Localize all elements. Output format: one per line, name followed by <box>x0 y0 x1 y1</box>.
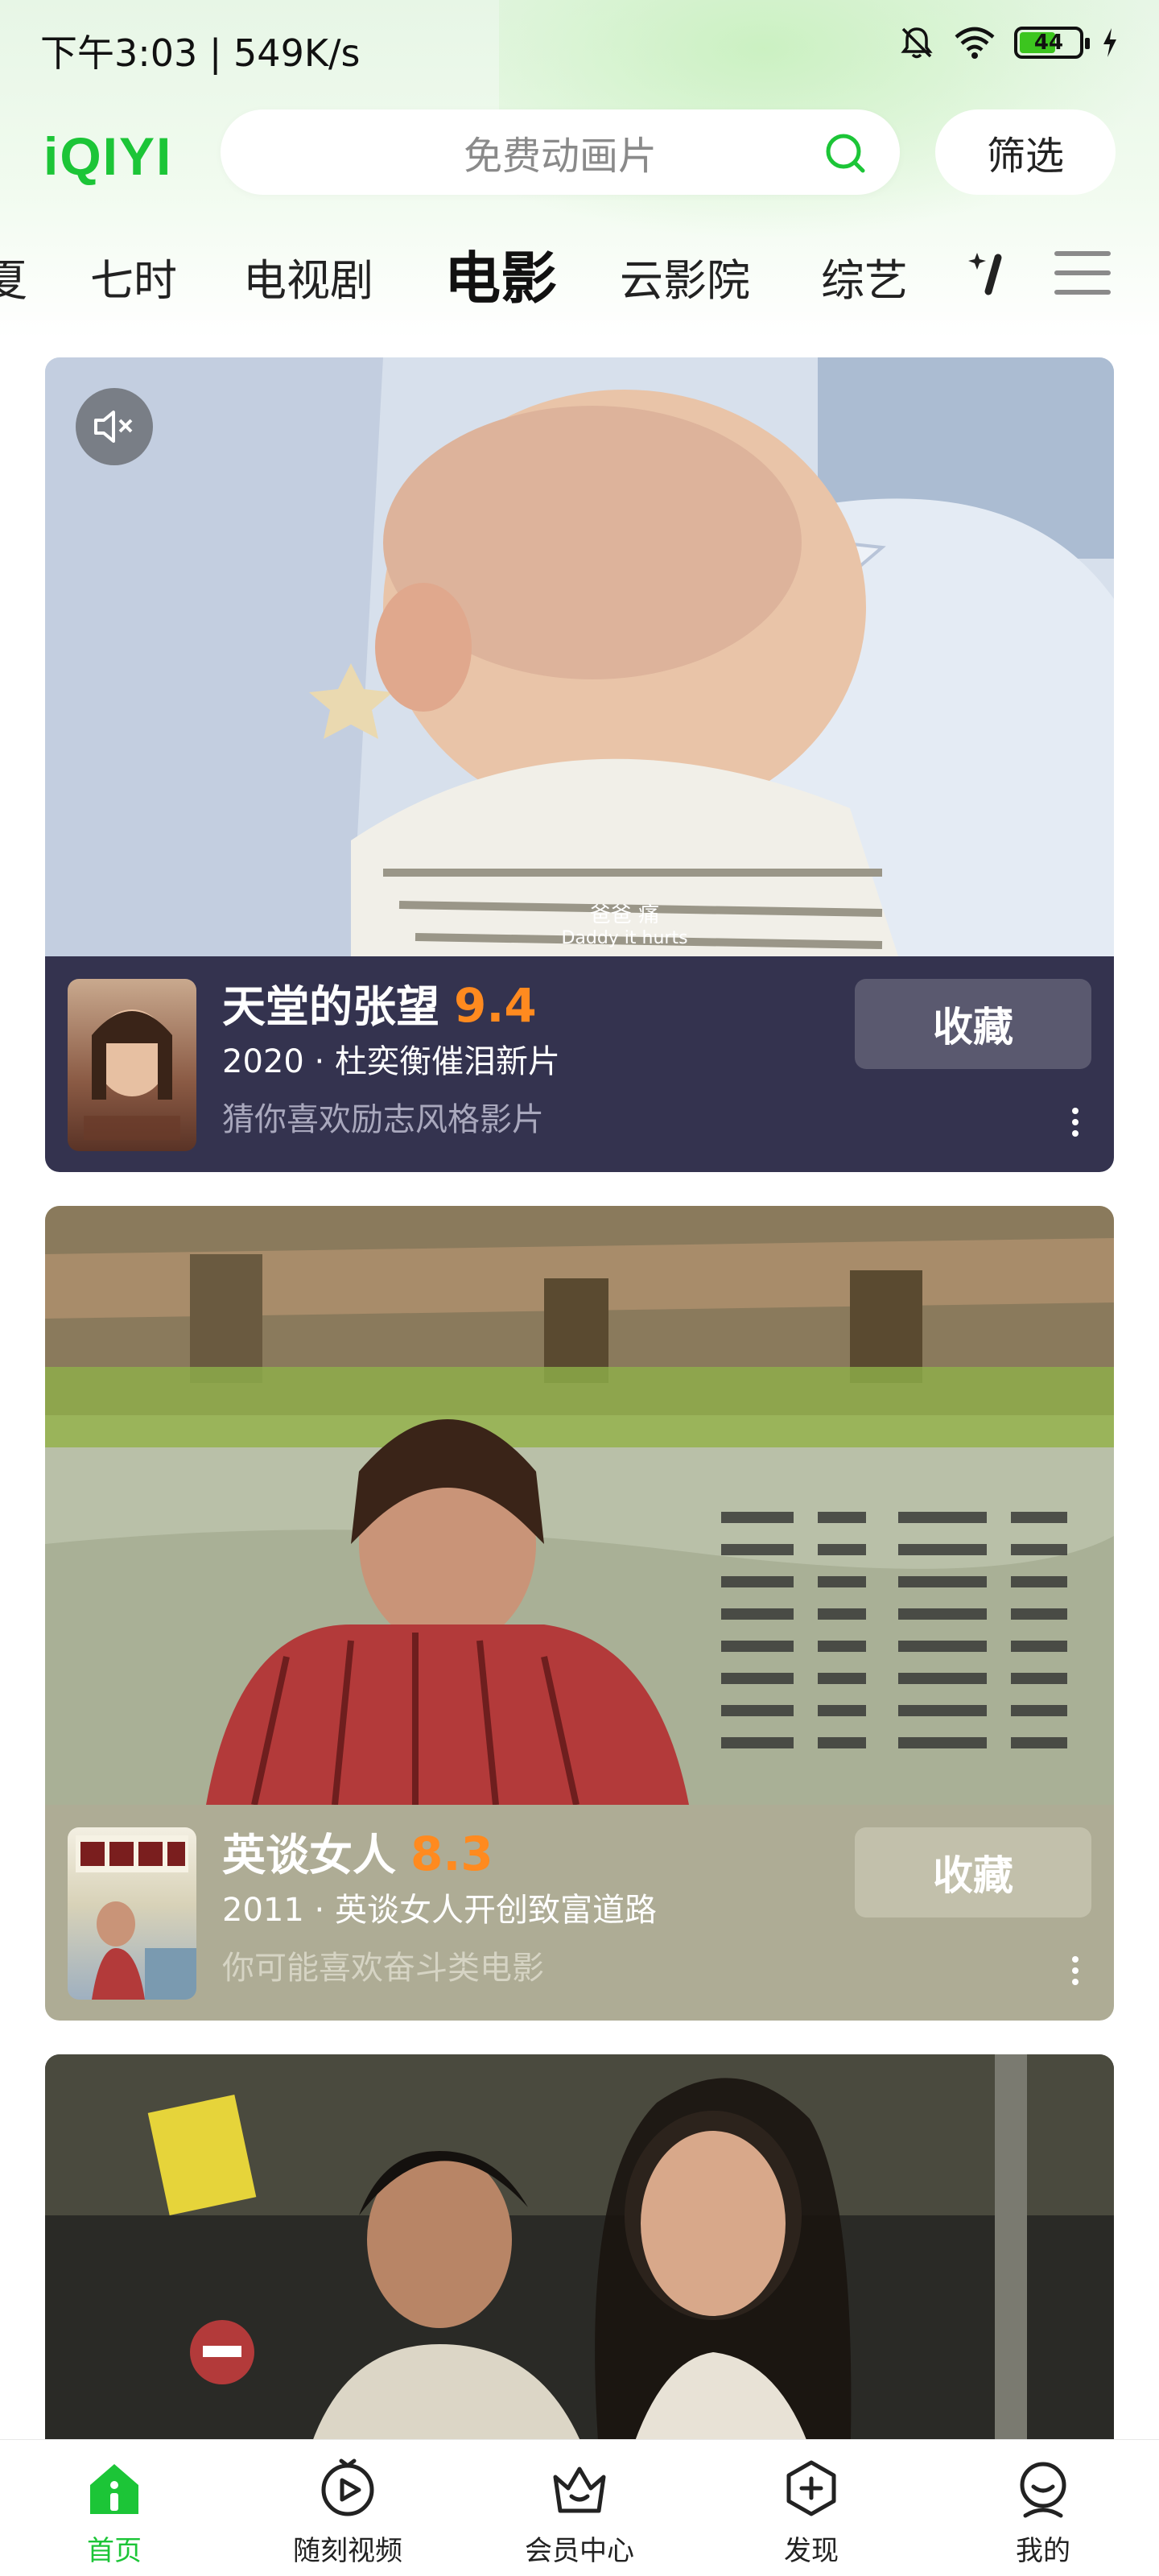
search-icon[interactable] <box>823 130 868 179</box>
hero-subtitle-en: Daddy it hurts <box>561 928 688 948</box>
battery-level: 44 <box>1033 31 1064 55</box>
status-icons: 44 <box>898 24 1119 61</box>
nav-short-videos-label: 随刻视频 <box>293 2535 402 2567</box>
movie-subtitle: 2020 · 杜奕衡催泪新片 <box>222 1043 560 1080</box>
hero-illustration <box>45 2054 1114 2473</box>
battery-icon: 44 <box>1014 27 1090 59</box>
nav-home-label: 首页 <box>87 2535 142 2567</box>
filter-button[interactable]: 筛选 <box>935 109 1116 195</box>
movie-card[interactable]: 英谈女人 8.3 2011 · 英谈女人开创致富道路 你可能喜欢奋斗类电影 收藏 <box>45 1206 1114 2021</box>
movie-info-bar[interactable]: 英谈女人 8.3 2011 · 英谈女人开创致富道路 你可能喜欢奋斗类电影 收藏 <box>45 1805 1114 2021</box>
crown-icon <box>549 2467 610 2522</box>
home-icon <box>84 2464 145 2522</box>
category-tabs: 夏 七时 电视剧 电影 云影院 综艺 <box>0 233 1159 314</box>
plus-circle-icon <box>781 2460 842 2522</box>
movie-card[interactable]: 爸爸 痛 Daddy it hurts 天堂的张望 9.4 2020 · 杜奕衡催… <box>45 357 1114 1172</box>
tabs-menu-icon[interactable] <box>1054 251 1111 309</box>
tab-cloud-cinema[interactable]: 云影院 <box>620 245 750 308</box>
movie-score: 9.4 <box>454 978 537 1033</box>
nav-discover-label: 发现 <box>784 2535 839 2567</box>
movie-title[interactable]: 英谈女人 8.3 <box>222 1819 493 1883</box>
nav-home[interactable]: 首页 <box>34 2458 195 2568</box>
movie-card[interactable] <box>45 2054 1114 2473</box>
nav-vip-center-label: 会员中心 <box>525 2535 634 2567</box>
iqiyi-logo[interactable]: iQIYI <box>43 126 172 187</box>
play-circle-icon <box>317 2458 378 2522</box>
charging-bolt-icon <box>1101 27 1119 59</box>
tab-edit-icon[interactable] <box>966 250 1011 301</box>
movie-poster-thumb[interactable] <box>68 1827 196 2000</box>
movie-poster-thumb[interactable] <box>68 979 196 1151</box>
movie-recommend-reason: 猜你喜欢励志风格影片 <box>222 1101 544 1138</box>
hero-subtitle-cn: 爸爸 痛 <box>589 903 660 927</box>
movie-hero-image[interactable]: 爸爸 痛 Daddy it hurts <box>45 357 1114 956</box>
mute-bell-icon <box>898 24 935 61</box>
movie-hero-image[interactable] <box>45 2054 1114 2473</box>
tab-variety[interactable]: 综艺 <box>821 245 908 308</box>
tab-movies[interactable]: 电影 <box>444 233 557 314</box>
movie-info-bar[interactable]: 天堂的张望 9.4 2020 · 杜奕衡催泪新片 猜你喜欢励志风格影片 收藏 <box>45 956 1114 1172</box>
search-input[interactable]: 免费动画片 <box>221 109 900 195</box>
profile-icon <box>1013 2462 1074 2522</box>
tab-summer[interactable]: 夏 <box>0 245 27 308</box>
movie-score: 8.3 <box>410 1827 493 1881</box>
nav-short-videos[interactable]: 随刻视频 <box>267 2458 428 2568</box>
movie-title-text: 英谈女人 <box>222 1830 396 1880</box>
status-bar: 下午3:03 | 549K/s 44 <box>0 0 1159 97</box>
bottom-navigation: 首页 随刻视频 会员中心 发现 我的 <box>0 2439 1159 2576</box>
nav-vip-center[interactable]: 会员中心 <box>499 2458 660 2568</box>
hero-illustration <box>45 357 1114 956</box>
favorite-button[interactable]: 收藏 <box>855 1827 1091 1918</box>
status-time: 下午3:03 | 549K/s <box>40 31 361 75</box>
movie-hero-image[interactable] <box>45 1206 1114 1805</box>
favorite-button[interactable]: 收藏 <box>855 979 1091 1069</box>
more-options-icon[interactable] <box>1072 1108 1079 1141</box>
mute-toggle-icon[interactable] <box>76 388 153 465</box>
more-options-icon[interactable] <box>1072 1956 1079 1990</box>
tab-qishi[interactable]: 七时 <box>90 245 177 308</box>
movie-title-text: 天堂的张望 <box>222 981 439 1032</box>
movie-recommend-reason: 你可能喜欢奋斗类电影 <box>222 1950 544 1987</box>
nav-profile-label: 我的 <box>1016 2535 1070 2567</box>
nav-discover[interactable]: 发现 <box>731 2458 892 2568</box>
tab-tv-series[interactable]: 电视剧 <box>243 245 373 308</box>
app-header: iQIYI 免费动画片 筛选 <box>0 105 1159 201</box>
hero-illustration <box>45 1206 1114 1805</box>
search-placeholder: 免费动画片 <box>463 134 657 179</box>
nav-profile[interactable]: 我的 <box>963 2458 1124 2568</box>
movie-subtitle: 2011 · 英谈女人开创致富道路 <box>222 1892 657 1929</box>
wifi-icon <box>953 26 996 60</box>
hero-subtitle: 爸爸 痛 Daddy it hurts <box>528 898 721 948</box>
movie-title[interactable]: 天堂的张望 9.4 <box>222 971 537 1034</box>
